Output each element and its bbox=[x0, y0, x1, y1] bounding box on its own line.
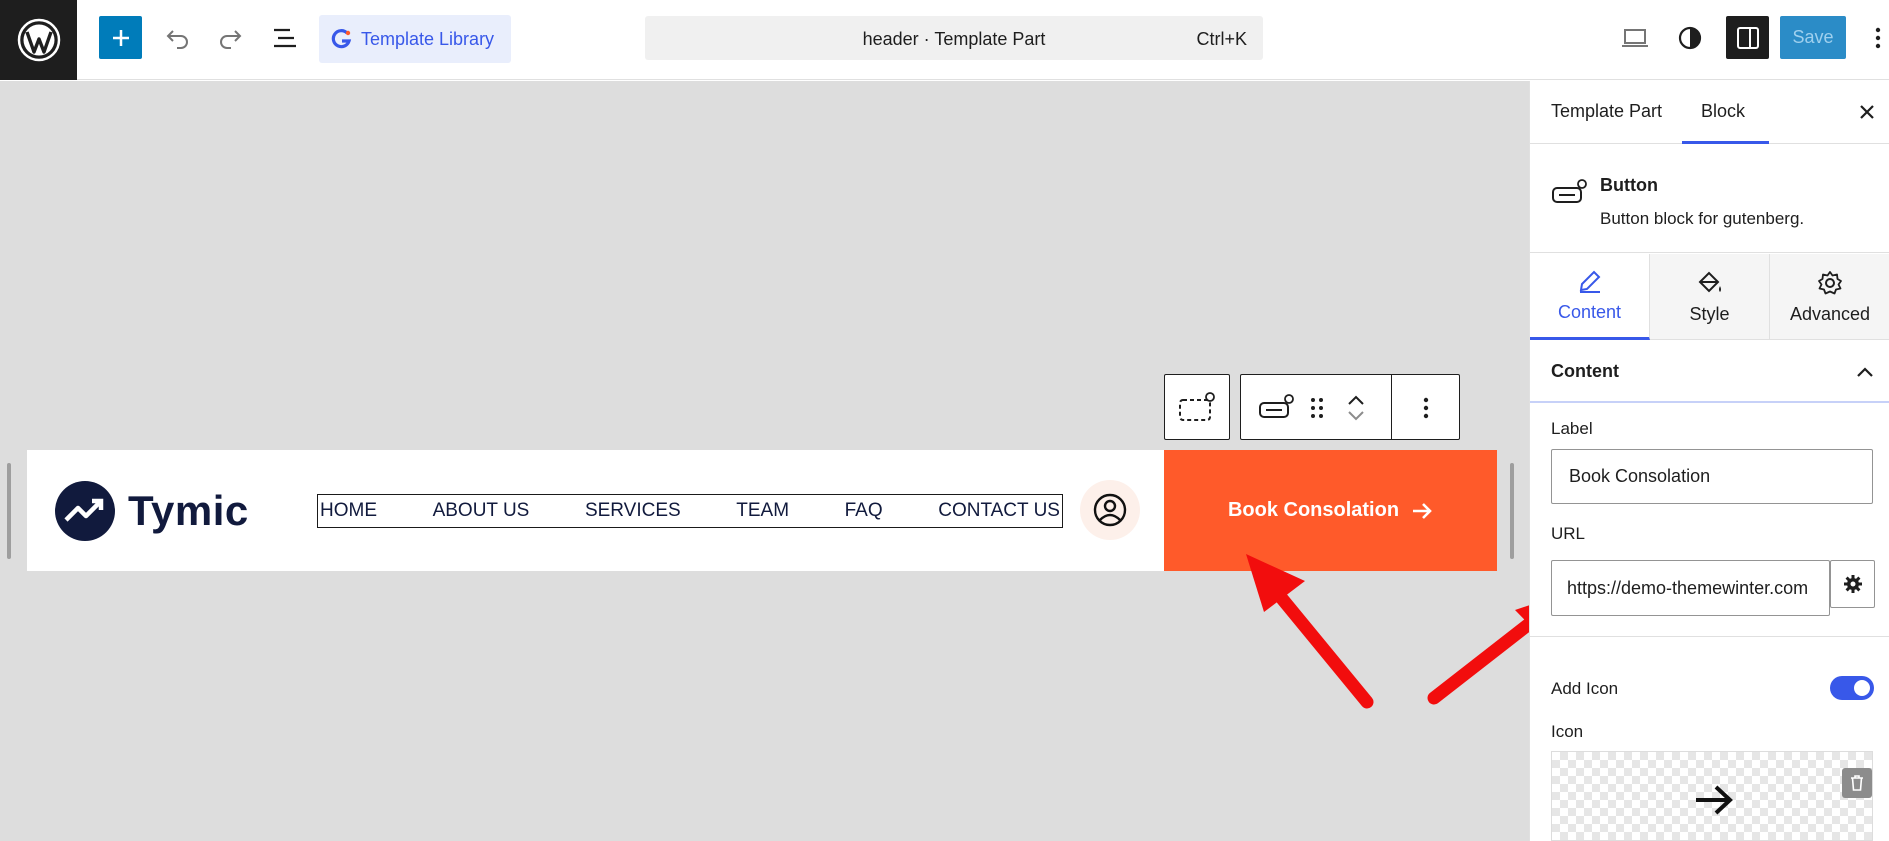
active-tab-indicator bbox=[1682, 141, 1769, 144]
tab-content-label: Content bbox=[1557, 302, 1622, 322]
close-icon bbox=[1860, 105, 1874, 119]
nav-item-about-us[interactable]: ABOUT US bbox=[433, 500, 530, 522]
navigation-menu[interactable]: HOME ABOUT US SERVICES TEAM FAQ CONTACT … bbox=[317, 494, 1063, 528]
keyboard-shortcut: Ctrl+K bbox=[1196, 29, 1247, 49]
sidebar-tabs: Template Part Block bbox=[1530, 81, 1889, 144]
document-title: header · Template Part bbox=[862, 29, 1046, 49]
url-field-label: URL bbox=[1551, 524, 1586, 543]
logo-text: Tymic bbox=[128, 487, 249, 534]
chevron-up-icon[interactable] bbox=[1347, 395, 1365, 405]
block-card: Button Button block for gutenberg. bbox=[1530, 145, 1889, 253]
wordpress-icon bbox=[17, 18, 60, 62]
tab-content[interactable]: Content bbox=[1530, 254, 1650, 340]
template-library-label: Template Library bbox=[361, 28, 495, 49]
trash-icon bbox=[1851, 775, 1863, 791]
button-block-icon bbox=[1259, 394, 1294, 418]
plus-icon bbox=[112, 29, 129, 46]
undo-icon bbox=[166, 30, 188, 49]
toolbar-divider bbox=[1391, 375, 1392, 439]
tab-block[interactable]: Block bbox=[1701, 101, 1745, 122]
block-type-button[interactable] bbox=[1257, 389, 1297, 427]
tab-style-label: Style bbox=[1689, 303, 1730, 324]
section-title: Content bbox=[1551, 361, 1619, 381]
book-consolation-button[interactable]: Book Consolation bbox=[1164, 450, 1497, 571]
add-icon-label: Add Icon bbox=[1551, 679, 1619, 698]
trend-logo-icon bbox=[55, 481, 115, 541]
style-toggle-button[interactable] bbox=[1672, 20, 1708, 56]
toggle-knob bbox=[1854, 680, 1870, 696]
nav-item-services[interactable]: SERVICES bbox=[585, 500, 681, 522]
inspector-sub-tabs: Content Style Advanced bbox=[1530, 254, 1889, 340]
template-library-button[interactable]: Template Library bbox=[319, 15, 511, 63]
settings-sidebar-toggle[interactable] bbox=[1726, 16, 1769, 59]
drag-handle[interactable] bbox=[1307, 393, 1327, 423]
gear-icon bbox=[1818, 270, 1842, 294]
block-toolbar bbox=[1240, 374, 1460, 440]
redo-icon bbox=[220, 30, 242, 49]
kebab-icon bbox=[1875, 27, 1881, 49]
chevron-down-icon[interactable] bbox=[1347, 411, 1365, 421]
gear-icon bbox=[1843, 575, 1862, 593]
buttons-block-icon bbox=[1179, 392, 1215, 421]
content-section-toggle[interactable]: Content bbox=[1530, 341, 1889, 403]
nav-item-home[interactable]: HOME bbox=[320, 500, 377, 522]
options-menu-button[interactable] bbox=[1868, 20, 1888, 56]
redo-button[interactable] bbox=[212, 20, 248, 56]
drag-icon bbox=[1311, 398, 1323, 418]
delete-icon-button[interactable] bbox=[1842, 768, 1872, 798]
icon-picker-preview[interactable] bbox=[1551, 751, 1873, 841]
divider bbox=[1530, 636, 1889, 637]
select-parent-block-button[interactable] bbox=[1164, 374, 1230, 440]
link-settings-button[interactable] bbox=[1830, 560, 1875, 608]
undo-button[interactable] bbox=[160, 20, 196, 56]
paint-bucket-icon bbox=[1698, 271, 1721, 292]
icon-field-label: Icon bbox=[1551, 722, 1584, 741]
user-icon bbox=[1093, 493, 1127, 527]
device-preview-button[interactable] bbox=[1617, 20, 1653, 56]
button-block-icon bbox=[1550, 175, 1590, 211]
block-options-button[interactable] bbox=[1401, 385, 1451, 431]
command-palette-bar[interactable]: header · Template Part Ctrl+K bbox=[645, 16, 1263, 60]
wordpress-logo-button[interactable] bbox=[0, 0, 77, 80]
tab-style[interactable]: Style bbox=[1650, 254, 1770, 340]
add-icon-toggle[interactable] bbox=[1830, 676, 1874, 700]
save-button[interactable]: Save bbox=[1780, 16, 1846, 59]
block-description: Button block for gutenberg. bbox=[1600, 209, 1805, 228]
tab-advanced-label: Advanced bbox=[1789, 303, 1871, 324]
editor-top-toolbar: Template Library header · Template Part … bbox=[0, 0, 1889, 80]
nav-item-team[interactable]: TEAM bbox=[736, 500, 789, 522]
kebab-icon bbox=[1423, 397, 1429, 419]
close-sidebar-button[interactable] bbox=[1852, 97, 1882, 127]
label-field-label: Label bbox=[1551, 419, 1593, 438]
sidebar-icon bbox=[1736, 26, 1759, 49]
desktop-icon bbox=[1622, 29, 1648, 47]
gutenkit-logo-icon bbox=[331, 29, 352, 49]
resize-handle-left[interactable] bbox=[7, 463, 11, 559]
list-view-icon bbox=[274, 28, 296, 48]
block-title: Button bbox=[1600, 175, 1658, 195]
nav-item-contact-us[interactable]: CONTACT US bbox=[938, 500, 1060, 522]
pencil-icon bbox=[1579, 270, 1600, 293]
resize-handle-right[interactable] bbox=[1510, 463, 1514, 559]
nav-item-faq[interactable]: FAQ bbox=[845, 500, 883, 522]
label-input[interactable] bbox=[1551, 449, 1873, 504]
settings-sidebar: Template Part Block Button Button block … bbox=[1529, 81, 1889, 841]
arrow-right-icon bbox=[1696, 785, 1733, 815]
site-logo[interactable]: Tymic bbox=[54, 480, 249, 542]
add-block-button[interactable] bbox=[99, 16, 142, 59]
url-input[interactable] bbox=[1551, 560, 1830, 616]
chevron-up-icon bbox=[1850, 357, 1880, 387]
tab-template-part[interactable]: Template Part bbox=[1551, 101, 1662, 122]
document-overview-button[interactable] bbox=[267, 20, 303, 56]
move-buttons[interactable] bbox=[1341, 385, 1371, 431]
user-account-button[interactable] bbox=[1080, 480, 1140, 540]
tab-advanced[interactable]: Advanced bbox=[1770, 254, 1889, 340]
contrast-icon bbox=[1678, 26, 1702, 50]
arrow-right-icon bbox=[1413, 502, 1432, 519]
cta-label: Book Consolation bbox=[1227, 499, 1400, 521]
